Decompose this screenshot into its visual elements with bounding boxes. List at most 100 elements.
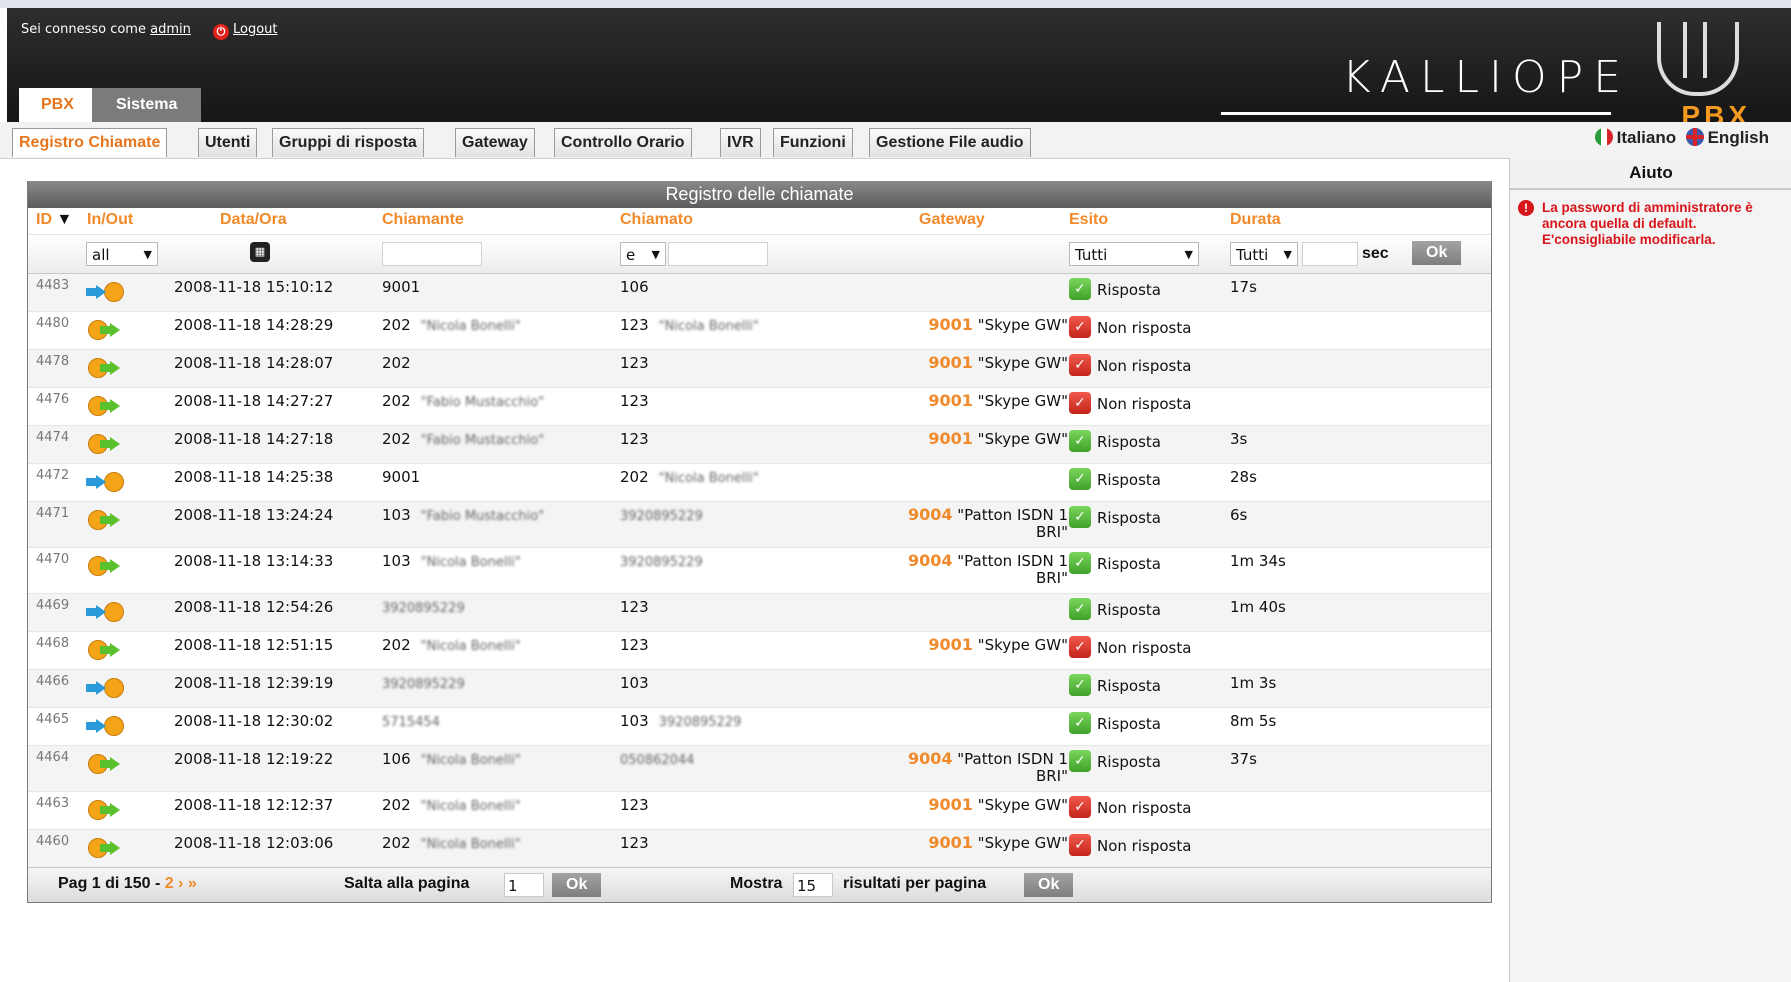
tab-pbx[interactable]: PBX: [19, 88, 96, 122]
jump-label: Salta alla pagina: [344, 875, 470, 892]
table-row[interactable]: 4470 2008-11-18 13:14:33 103 "Nicola Bonell…: [28, 548, 1491, 594]
caller-cell: 202 "Nicola Bonelli": [382, 834, 521, 852]
duration-filter-input[interactable]: [1302, 242, 1358, 266]
tab-controllo-orario[interactable]: Controllo Orario: [554, 128, 692, 157]
page-size-ok-button[interactable]: Ok: [1024, 873, 1074, 897]
caller-name: 3920895229: [382, 677, 465, 692]
call-id: 4468: [36, 636, 70, 651]
col-datetime[interactable]: Data/Ora: [220, 211, 287, 229]
call-id: 4463: [36, 796, 70, 811]
caller-cell: 202: [382, 354, 411, 372]
incoming-call-icon: [86, 714, 124, 736]
answered-phone-icon: ✓: [1069, 278, 1091, 300]
table-row[interactable]: 4471 2008-11-18 13:24:24 103 "Fabio Mustacc…: [28, 502, 1491, 548]
call-outcome: Non risposta: [1097, 799, 1192, 817]
called-cell: 123: [620, 430, 649, 448]
called-cell: 123: [620, 796, 649, 814]
page-size-input[interactable]: 15: [793, 873, 833, 897]
answered-phone-icon: ✓: [1069, 468, 1091, 490]
table-row[interactable]: 4474 2008-11-18 14:27:18 202 "Fabio Mustacc…: [28, 426, 1491, 464]
calendar-icon[interactable]: ▦: [250, 242, 270, 262]
caller-cell: 103 "Nicola Bonelli": [382, 552, 521, 570]
logout-link[interactable]: Logout: [233, 22, 278, 37]
col-called[interactable]: Chiamato: [620, 211, 693, 229]
table-row[interactable]: 4468 2008-11-18 12:51:15 202 "Nicola Bonell…: [28, 632, 1491, 670]
jump-ok-button[interactable]: Ok: [552, 873, 602, 897]
tab-utenti[interactable]: Utenti: [198, 128, 258, 157]
called-cell: 123: [620, 354, 649, 372]
gateway-cell: 9001 "Skype GW": [878, 430, 1068, 448]
call-duration: 8m 5s: [1230, 712, 1277, 730]
column-headers: ID ▼ In/Out Data/Ora Chiamante Chiamato …: [28, 208, 1491, 235]
call-duration: 1m 3s: [1230, 674, 1277, 692]
answered-phone-icon: ✓: [1069, 674, 1091, 696]
table-row[interactable]: 4460 2008-11-18 12:03:06 202 "Nicola Bonell…: [28, 830, 1491, 868]
call-datetime: 2008-11-18 12:19:22: [174, 750, 334, 768]
call-datetime: 2008-11-18 12:39:19: [174, 674, 334, 692]
col-gateway[interactable]: Gateway: [919, 211, 985, 229]
gateway-number: 9001: [928, 429, 973, 448]
tab-sistema[interactable]: Sistema: [92, 88, 202, 122]
filter-ok-button[interactable]: Ok: [1412, 241, 1462, 265]
table-row[interactable]: 4465 2008-11-18 12:30:02 5715454 103 3920895…: [28, 708, 1491, 746]
table-row[interactable]: 4463 2008-11-18 12:12:37 202 "Nicola Bonell…: [28, 792, 1491, 830]
call-outcome: Risposta: [1097, 433, 1161, 451]
call-datetime: 2008-11-18 14:27:18: [174, 430, 334, 448]
tab-gruppi-di-risposta[interactable]: Gruppi di risposta: [272, 128, 424, 157]
table-row[interactable]: 4480 2008-11-18 14:28:29 202 "Nicola Bonell…: [28, 312, 1491, 350]
col-inout[interactable]: In/Out: [87, 211, 133, 229]
incoming-call-icon: [86, 470, 124, 492]
table-row[interactable]: 4476 2008-11-18 14:27:27 202 "Fabio Mustacc…: [28, 388, 1491, 426]
table-row[interactable]: 4469 2008-11-18 12:54:26 3920895229 123 ✓ Ris…: [28, 594, 1491, 632]
lang-italiano[interactable]: Italiano: [1617, 128, 1677, 147]
call-duration: 6s: [1230, 506, 1248, 524]
caller-cell: 9001: [382, 468, 421, 486]
inout-filter-select[interactable]: all ▼: [86, 242, 158, 266]
call-outcome: Risposta: [1097, 555, 1161, 573]
col-id[interactable]: ID ▼: [36, 211, 72, 229]
logo-line: [1221, 112, 1611, 115]
username-link[interactable]: admin: [150, 22, 191, 37]
gateway-name: "Patton ISDN 1 BRI": [957, 506, 1068, 541]
col-outcome[interactable]: Esito: [1069, 211, 1108, 229]
tab-gateway[interactable]: Gateway: [455, 128, 535, 157]
call-outcome: Risposta: [1097, 677, 1161, 695]
tab-ivr[interactable]: IVR: [720, 128, 761, 157]
table-row[interactable]: 4472 2008-11-18 14:25:38 9001 202 "Nicola Bo…: [28, 464, 1491, 502]
table-row[interactable]: 4464 2008-11-18 12:19:22 106 "Nicola Bonell…: [28, 746, 1491, 792]
answered-phone-icon: ✓: [1069, 712, 1091, 734]
outcome-filter-select[interactable]: Tutti ▼: [1069, 242, 1199, 266]
next-page-link[interactable]: 2: [165, 875, 174, 892]
call-outcome: Risposta: [1097, 715, 1161, 733]
gateway-cell: 9001 "Skype GW": [878, 354, 1068, 372]
called-operator-select[interactable]: e ▼: [620, 242, 666, 266]
caller-filter-input[interactable]: [382, 242, 482, 266]
table-row[interactable]: 4466 2008-11-18 12:39:19 3920895229 103 ✓ Ris…: [28, 670, 1491, 708]
caller-cell: 3920895229: [382, 674, 465, 692]
table-row[interactable]: 4483 2008-11-18 15:10:12 9001 106 ✓ Risposta 1…: [28, 274, 1491, 312]
call-id: 4483: [36, 278, 70, 293]
caller-name: "Nicola Bonelli": [420, 319, 521, 334]
missed-phone-icon: ✓: [1069, 354, 1091, 376]
call-id: 4476: [36, 392, 70, 407]
next-page-arrows[interactable]: › »: [178, 875, 197, 892]
duration-operator-select[interactable]: Tutti ▼: [1230, 242, 1298, 266]
caller-cell: 3920895229: [382, 598, 465, 616]
called-cell: 123: [620, 392, 649, 410]
gateway-name: "Skype GW": [977, 316, 1068, 334]
tab-registro-chiamate[interactable]: Registro Chiamate: [12, 128, 168, 157]
called-filter-input[interactable]: [668, 242, 768, 266]
jump-page-input[interactable]: 1: [504, 873, 544, 897]
col-duration[interactable]: Durata: [1230, 211, 1281, 229]
gateway-name: "Skype GW": [977, 392, 1068, 410]
incoming-call-icon: [86, 600, 124, 622]
col-caller[interactable]: Chiamante: [382, 211, 464, 229]
tab-funzioni[interactable]: Funzioni: [773, 128, 853, 157]
table-row[interactable]: 4478 2008-11-18 14:28:07 202 123 9001 "Skype…: [28, 350, 1491, 388]
filter-row: all ▼ ▦ e ▼ Tutti ▼ Tutti ▼ sec Ok: [28, 235, 1491, 274]
panel-title: Registro delle chiamate: [28, 181, 1491, 208]
lang-english[interactable]: English: [1708, 128, 1769, 147]
tab-gestione-file-audio[interactable]: Gestione File audio: [869, 128, 1031, 157]
called-cell: 106: [620, 278, 649, 296]
caller-name: "Nicola Bonelli": [420, 639, 521, 654]
